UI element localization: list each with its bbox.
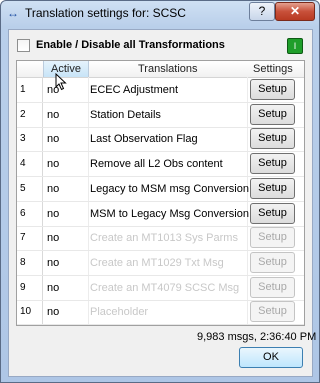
row-number: 7 [20, 232, 26, 244]
table-row[interactable]: 2 no Station Details Setup [17, 102, 304, 128]
table-row[interactable]: 7 no Create an MT1013 Sys Parms Setup [17, 225, 304, 252]
active-cell[interactable]: no [47, 257, 59, 269]
setup-button[interactable]: Setup [250, 177, 295, 199]
row-number: 10 [20, 306, 32, 318]
help-button[interactable]: ? [249, 2, 275, 21]
table-row[interactable]: 5 no Legacy to MSM msg Conversion Setup [17, 176, 304, 202]
active-cell[interactable]: no [47, 282, 59, 294]
enable-all-label: Enable / Disable all Transformations [36, 39, 225, 51]
setup-button[interactable]: Setup [250, 79, 295, 100]
translation-name: Create an MT4079 SCSC Msg [90, 281, 240, 294]
translation-name: MSM to Legacy Msg Conversion [90, 207, 249, 220]
translation-name: Station Details [90, 108, 161, 121]
active-cell[interactable]: no [47, 232, 59, 244]
ok-button[interactable]: OK [239, 347, 303, 368]
translation-settings-window: ↔ Translation settings for: SCSC ? ✕ Ena… [0, 0, 320, 383]
title-bar[interactable]: ↔ Translation settings for: SCSC ? ✕ [1, 1, 319, 25]
header-translations[interactable]: Translations [138, 63, 198, 75]
active-cell[interactable]: no [47, 133, 59, 145]
close-button[interactable]: ✕ [275, 2, 315, 21]
table-row[interactable]: 4 no Remove all L2 Obs content Setup [17, 151, 304, 178]
active-cell[interactable]: no [47, 208, 59, 220]
row-number: 2 [20, 108, 26, 120]
window-title: Translation settings for: SCSC [25, 6, 186, 20]
status-text: 9,983 msgs, 2:36:40 PM [197, 331, 317, 343]
setup-button[interactable]: Setup [250, 227, 295, 249]
row-number: 6 [20, 207, 26, 219]
active-cell[interactable]: no [47, 158, 59, 170]
row-number: 5 [20, 182, 26, 194]
table-row[interactable]: 9 no Create an MT4079 SCSC Msg Setup [17, 275, 304, 301]
setup-button[interactable]: Setup [250, 251, 295, 273]
app-arrows-icon: ↔ [7, 6, 19, 20]
translation-name: Create an MT1013 Sys Parms [90, 232, 238, 245]
row-number: 9 [20, 281, 26, 293]
translation-name: Create an MT1029 Txt Msg [90, 256, 224, 269]
status-led-icon: I [287, 38, 303, 54]
translation-name: Last Observation Flag [90, 133, 198, 146]
table-row[interactable]: 10 no Placeholder Setup [17, 299, 304, 326]
row-number: 3 [20, 133, 26, 145]
setup-button[interactable]: Setup [250, 128, 295, 150]
table-row[interactable]: 8 no Create an MT1029 Txt Msg Setup [17, 250, 304, 276]
setup-button[interactable]: Setup [250, 276, 295, 298]
active-cell[interactable]: no [47, 183, 59, 195]
translation-name: Remove all L2 Obs content [90, 158, 223, 171]
setup-button[interactable]: Setup [250, 153, 295, 175]
translation-name: Legacy to MSM msg Conversion [90, 182, 249, 195]
row-number: 1 [20, 84, 26, 95]
row-number: 8 [20, 256, 26, 268]
enable-all-checkbox[interactable] [17, 39, 30, 52]
active-cell[interactable]: no [47, 306, 59, 318]
translation-name: ECEC Adjustment [90, 84, 179, 96]
header-settings[interactable]: Settings [253, 63, 293, 75]
setup-button[interactable]: Setup [250, 301, 295, 323]
setup-button[interactable]: Setup [250, 103, 295, 125]
translation-name: Placeholder [90, 306, 149, 319]
dialog-body: Enable / Disable all Transformations I A… [8, 29, 317, 377]
translations-table: Active Translations Settings 1 no ECEC Adj… [16, 60, 305, 326]
setup-button[interactable]: Setup [250, 202, 295, 224]
table-row[interactable]: 6 no MSM to Legacy Msg Conversion Setup [17, 201, 304, 227]
active-cell[interactable]: no [47, 109, 59, 121]
row-number: 4 [20, 158, 26, 170]
table-row[interactable]: 3 no Last Observation Flag Setup [17, 126, 304, 153]
